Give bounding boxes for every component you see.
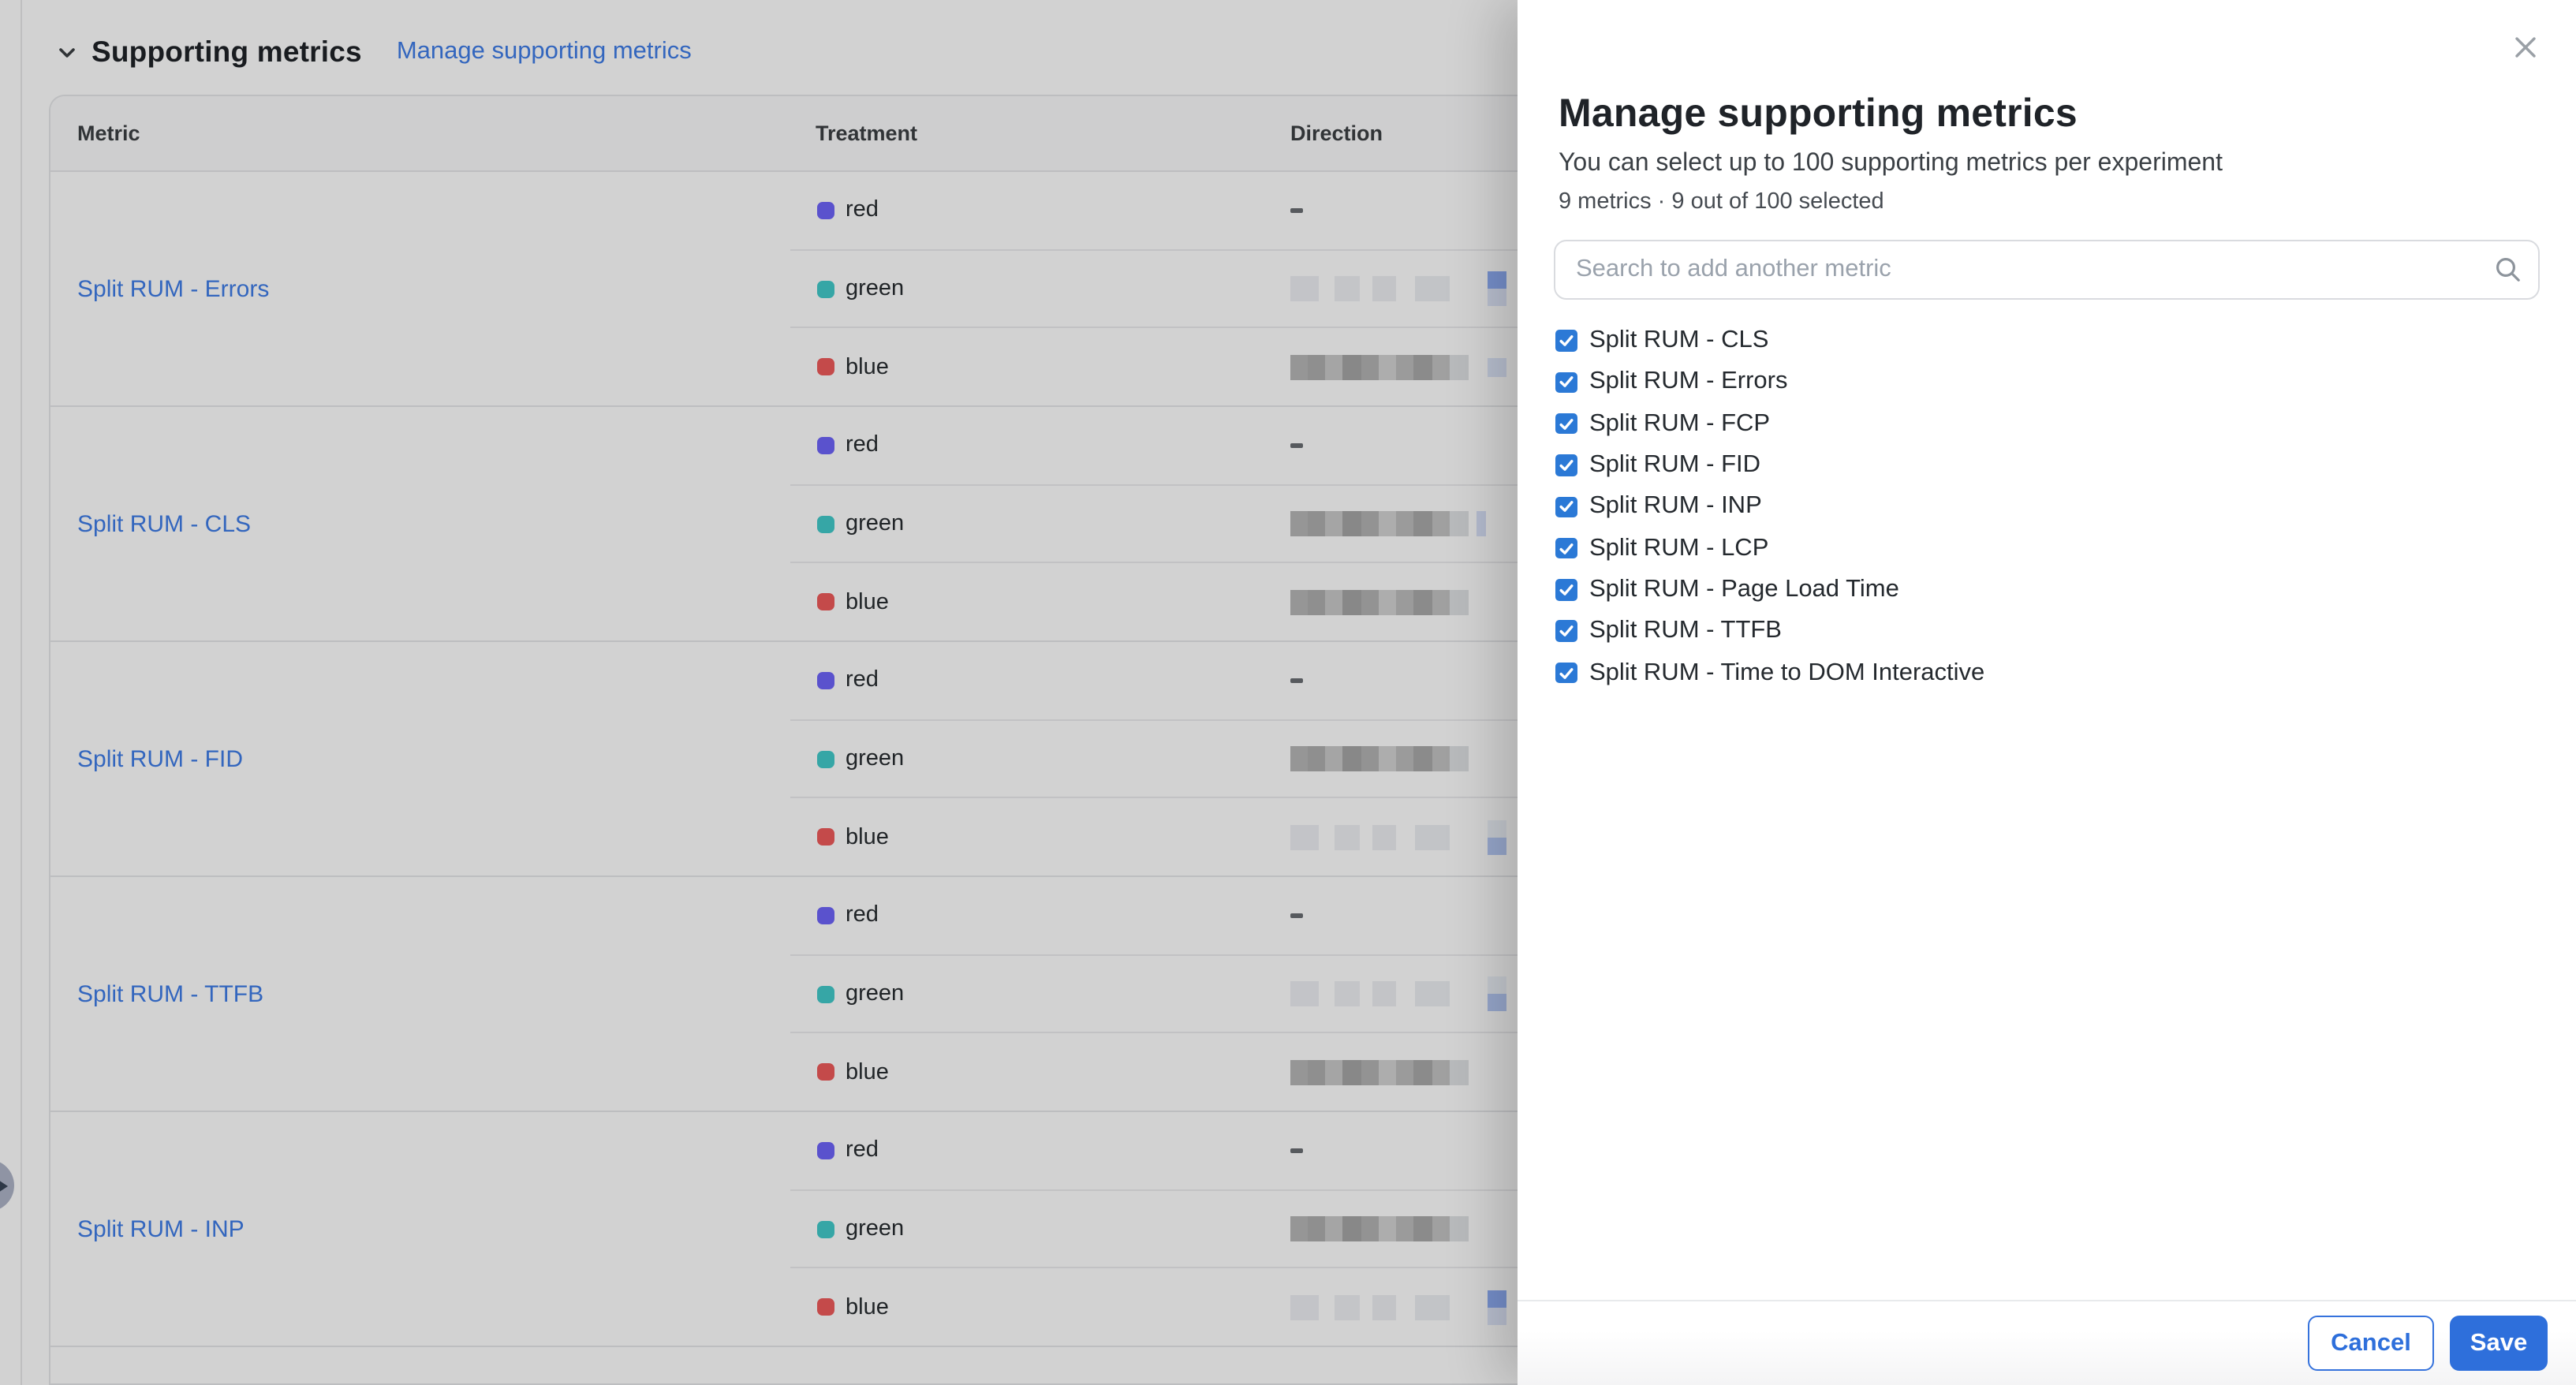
metric-option-label: Split RUM - Page Load Time bbox=[1589, 576, 1899, 604]
metric-checkbox[interactable] bbox=[1555, 496, 1577, 517]
panel-title: Manage supporting metrics bbox=[1559, 91, 2078, 137]
search-input[interactable] bbox=[1554, 240, 2540, 300]
metric-option[interactable]: Split RUM - INP bbox=[1555, 486, 2538, 528]
metric-option[interactable]: Split RUM - FCP bbox=[1555, 403, 2538, 445]
metric-option[interactable]: Split RUM - Errors bbox=[1555, 362, 2538, 404]
metric-option-label: Split RUM - CLS bbox=[1589, 327, 1768, 355]
check-icon bbox=[1559, 582, 1574, 598]
check-icon bbox=[1559, 333, 1574, 349]
metric-option[interactable]: Split RUM - TTFB bbox=[1555, 610, 2538, 652]
check-icon bbox=[1559, 375, 1574, 390]
check-icon bbox=[1559, 623, 1574, 639]
check-icon bbox=[1559, 499, 1574, 515]
save-button[interactable]: Save bbox=[2450, 1316, 2548, 1371]
selected-count-text: 9 metrics · 9 out of 100 selected bbox=[1559, 189, 1884, 215]
check-icon bbox=[1559, 416, 1574, 431]
metric-option-label: Split RUM - Time to DOM Interactive bbox=[1589, 659, 1984, 687]
metric-checkbox[interactable] bbox=[1555, 538, 1577, 559]
metric-option[interactable]: Split RUM - Page Load Time bbox=[1555, 569, 2538, 611]
app-root: Supporting metrics Manage supporting met… bbox=[0, 0, 2576, 1385]
metric-search bbox=[1554, 240, 2540, 300]
metric-checkbox[interactable] bbox=[1555, 621, 1577, 642]
metric-option[interactable]: Split RUM - CLS bbox=[1555, 320, 2538, 362]
metric-option-label: Split RUM - FCP bbox=[1589, 409, 1770, 438]
metric-option[interactable]: Split RUM - LCP bbox=[1555, 528, 2538, 569]
metric-checkbox[interactable] bbox=[1555, 579, 1577, 600]
check-icon bbox=[1559, 540, 1574, 556]
metric-option[interactable]: Split RUM - Time to DOM Interactive bbox=[1555, 652, 2538, 694]
search-icon bbox=[2494, 256, 2522, 292]
metric-option-label: Split RUM - TTFB bbox=[1589, 617, 1782, 645]
metric-checkbox[interactable] bbox=[1555, 413, 1577, 435]
metric-option-label: Split RUM - INP bbox=[1589, 493, 1762, 521]
cancel-button[interactable]: Cancel bbox=[2308, 1316, 2434, 1371]
metric-checkbox[interactable] bbox=[1555, 663, 1577, 684]
metric-checkbox-list: Split RUM - CLS Split RUM - Errors Split… bbox=[1555, 320, 2538, 693]
manage-supporting-metrics-panel: Manage supporting metrics You can select… bbox=[1518, 0, 2576, 1385]
metric-checkbox[interactable] bbox=[1555, 330, 1577, 352]
metric-checkbox[interactable] bbox=[1555, 455, 1577, 476]
close-icon[interactable] bbox=[2510, 32, 2541, 63]
metric-option-label: Split RUM - FID bbox=[1589, 451, 1760, 480]
metric-option-label: Split RUM - Errors bbox=[1589, 368, 1787, 397]
metric-option[interactable]: Split RUM - FID bbox=[1555, 445, 2538, 487]
metric-checkbox[interactable] bbox=[1555, 371, 1577, 393]
panel-subtitle: You can select up to 100 supporting metr… bbox=[1559, 150, 2223, 178]
metric-option-label: Split RUM - LCP bbox=[1589, 534, 1768, 562]
panel-footer: Cancel Save bbox=[1518, 1300, 2576, 1385]
check-icon bbox=[1559, 665, 1574, 681]
check-icon bbox=[1559, 457, 1574, 473]
